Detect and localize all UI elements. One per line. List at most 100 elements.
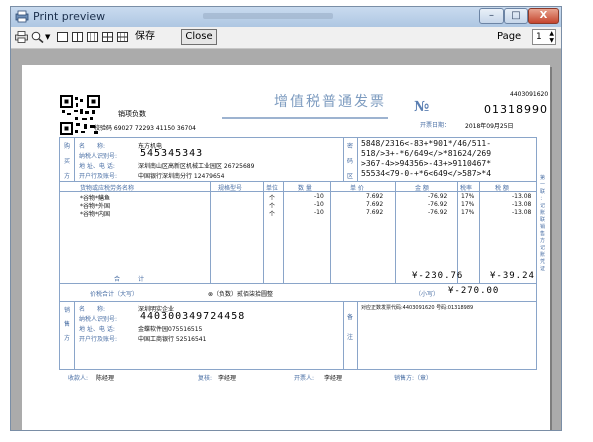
drawer-value: 李经理 <box>324 375 343 382</box>
seller-bank-label: 开户行及账号: <box>79 336 118 343</box>
zoom-icon[interactable] <box>31 31 44 43</box>
seller-name-label: 名 称: <box>79 306 106 313</box>
three-pages-icon[interactable] <box>87 32 98 42</box>
issue-date-label: 开票日期： <box>420 122 451 129</box>
subtotal-tax: ¥-39.24 <box>490 271 535 281</box>
stepper-arrows-icon[interactable]: ▲ ▼ <box>549 30 554 44</box>
rule-remark-side <box>357 301 358 370</box>
rule-password-left <box>343 138 344 181</box>
rule-col-spec <box>210 181 211 283</box>
col-amount-header: 金 额 <box>415 185 429 192</box>
buyer-name-label: 名 称: <box>79 143 106 150</box>
item-3-unit: 个 <box>269 211 276 218</box>
issue-date-value: 2018年09月25日 <box>465 123 514 130</box>
preview-viewport[interactable]: 销项负数 校验码 69027 72293 41150 36704 增值税普通发票… <box>11 49 561 430</box>
check-code: 校验码 69027 72293 41150 36704 <box>94 125 196 132</box>
password-side-char-1: 密 <box>347 143 354 150</box>
password-side-char-3: 区 <box>347 173 354 180</box>
invoice-number-label: № <box>414 99 430 115</box>
payee-label: 收款人: <box>68 375 89 382</box>
remark-side-char-1: 备 <box>347 314 354 321</box>
col-spec-header: 规格型号 <box>218 185 243 192</box>
title-bar[interactable]: Print preview – □ X <box>11 7 561 27</box>
rule-col-tax <box>479 181 480 283</box>
page-number-value: 1 <box>536 32 542 42</box>
seller-side-char-1: 销 <box>64 307 71 314</box>
close-window-button[interactable]: X <box>528 8 559 24</box>
col-price-header: 单 价 <box>350 185 364 192</box>
invoice-frame: 购 买 方 名 称: 东方机电 纳税人识别号: 545345343 地 址、电 … <box>59 137 537 370</box>
total-small-label: （小写） <box>415 291 440 298</box>
invoice-code: 4403091620 <box>510 91 549 98</box>
buyer-bank-value: 中国银行深圳南分行 12479654 <box>138 173 225 180</box>
side-note-char: 证 <box>540 266 546 272</box>
page-number-stepper[interactable]: 1 ▲ ▼ <box>532 29 556 45</box>
four-pages-icon[interactable] <box>102 32 113 42</box>
buyer-address-label: 地 址、电 话: <box>79 163 115 170</box>
side-note-char: 账 <box>540 210 546 216</box>
seller-address-value: 金蝶软件园075516515 <box>138 326 203 333</box>
col-unit-header: 单位 <box>266 185 279 192</box>
item-3-qty: -10 <box>314 209 324 216</box>
reviewer-label: 复核: <box>198 375 213 382</box>
one-page-icon[interactable] <box>57 32 68 42</box>
item-2-rate: 17% <box>461 201 475 208</box>
rule-seller-side <box>74 301 75 370</box>
invoice-title: 增值税普通发票 <box>274 94 386 110</box>
side-note-char: 记 <box>540 245 546 251</box>
rule-col-qty <box>283 181 284 283</box>
seller-stamp-label: 销售方:（章） <box>394 375 433 382</box>
invoice-page: 销项负数 校验码 69027 72293 41150 36704 增值税普通发票… <box>22 65 550 430</box>
seller-taxid-label: 纳税人识别号: <box>79 316 118 323</box>
col-goods-header: 货物或应税劳务名称 <box>80 185 135 192</box>
total-words-label: 价税合计（大写） <box>90 291 139 298</box>
maximize-button[interactable]: □ <box>504 8 528 24</box>
seller-taxid-value: 440300349724458 <box>140 311 246 322</box>
rule-buyer-bottom <box>60 181 536 182</box>
save-button[interactable]: 保存 <box>135 29 155 45</box>
col-tax-header: 税 额 <box>495 185 509 192</box>
rule-items-bottom <box>60 283 536 284</box>
total-small-value: ¥-270.00 <box>448 286 500 296</box>
zoom-dropdown-chevron-icon[interactable]: ▼ <box>45 29 50 45</box>
rule-col-rate <box>457 181 458 283</box>
copy-side-note: 第 一 联 ： 记 账 联 销 售 方 记 账 凭 证 <box>540 175 549 273</box>
side-note-char: 售 <box>540 231 546 237</box>
item-2-amount: -76.92 <box>428 201 448 208</box>
subtotal-label: 合 计 <box>114 276 145 283</box>
side-note-char: 联 <box>540 189 546 195</box>
buyer-side-char-1: 购 <box>64 143 71 150</box>
item-1-qty: -10 <box>314 193 324 200</box>
item-3-price: 7.692 <box>366 209 384 216</box>
subtotal-amount: ¥-230.76 <box>412 271 464 281</box>
side-note-char: 一 <box>540 182 546 188</box>
close-button[interactable]: Close <box>181 29 217 45</box>
print-preview-app-icon <box>15 10 29 23</box>
col-qty-header: 数 量 <box>298 185 312 192</box>
print-preview-window: Print preview – □ X ▼ 保存 Close Page 1 ▲ ▼ <box>10 6 562 431</box>
seller-side-char-3: 方 <box>64 335 71 342</box>
minimize-button[interactable]: – <box>479 8 504 24</box>
item-1-amount: -76.92 <box>428 193 448 200</box>
six-pages-icon[interactable] <box>117 32 128 42</box>
seller-bank-value: 中国工商银行 52516541 <box>138 336 207 343</box>
item-3-name: *谷物*内国 <box>80 211 111 218</box>
side-note-char: 方 <box>540 238 546 244</box>
col-rate-header: 税率 <box>460 185 473 192</box>
item-1-tax: -13.08 <box>512 193 532 200</box>
side-note-char: 账 <box>540 252 546 258</box>
side-note-char: 第 <box>540 175 546 181</box>
reviewer-value: 李经理 <box>218 375 237 382</box>
print-icon[interactable] <box>15 31 28 43</box>
rule-col-amount <box>395 181 396 283</box>
password-line-4: 55534<79-0-+*6<649</>587>*4 <box>361 169 492 178</box>
page-label: Page <box>497 31 522 42</box>
two-pages-icon[interactable] <box>72 32 83 42</box>
title-underline <box>222 117 388 119</box>
item-2-price: 7.692 <box>366 201 384 208</box>
seller-side-char-2: 售 <box>64 321 71 328</box>
side-note-char: 联 <box>540 217 546 223</box>
item-2-tax: -13.08 <box>512 201 532 208</box>
item-2-qty: -10 <box>314 201 324 208</box>
buyer-address-value: 深圳南山区高新区机械工业园区 26725689 <box>138 163 255 170</box>
